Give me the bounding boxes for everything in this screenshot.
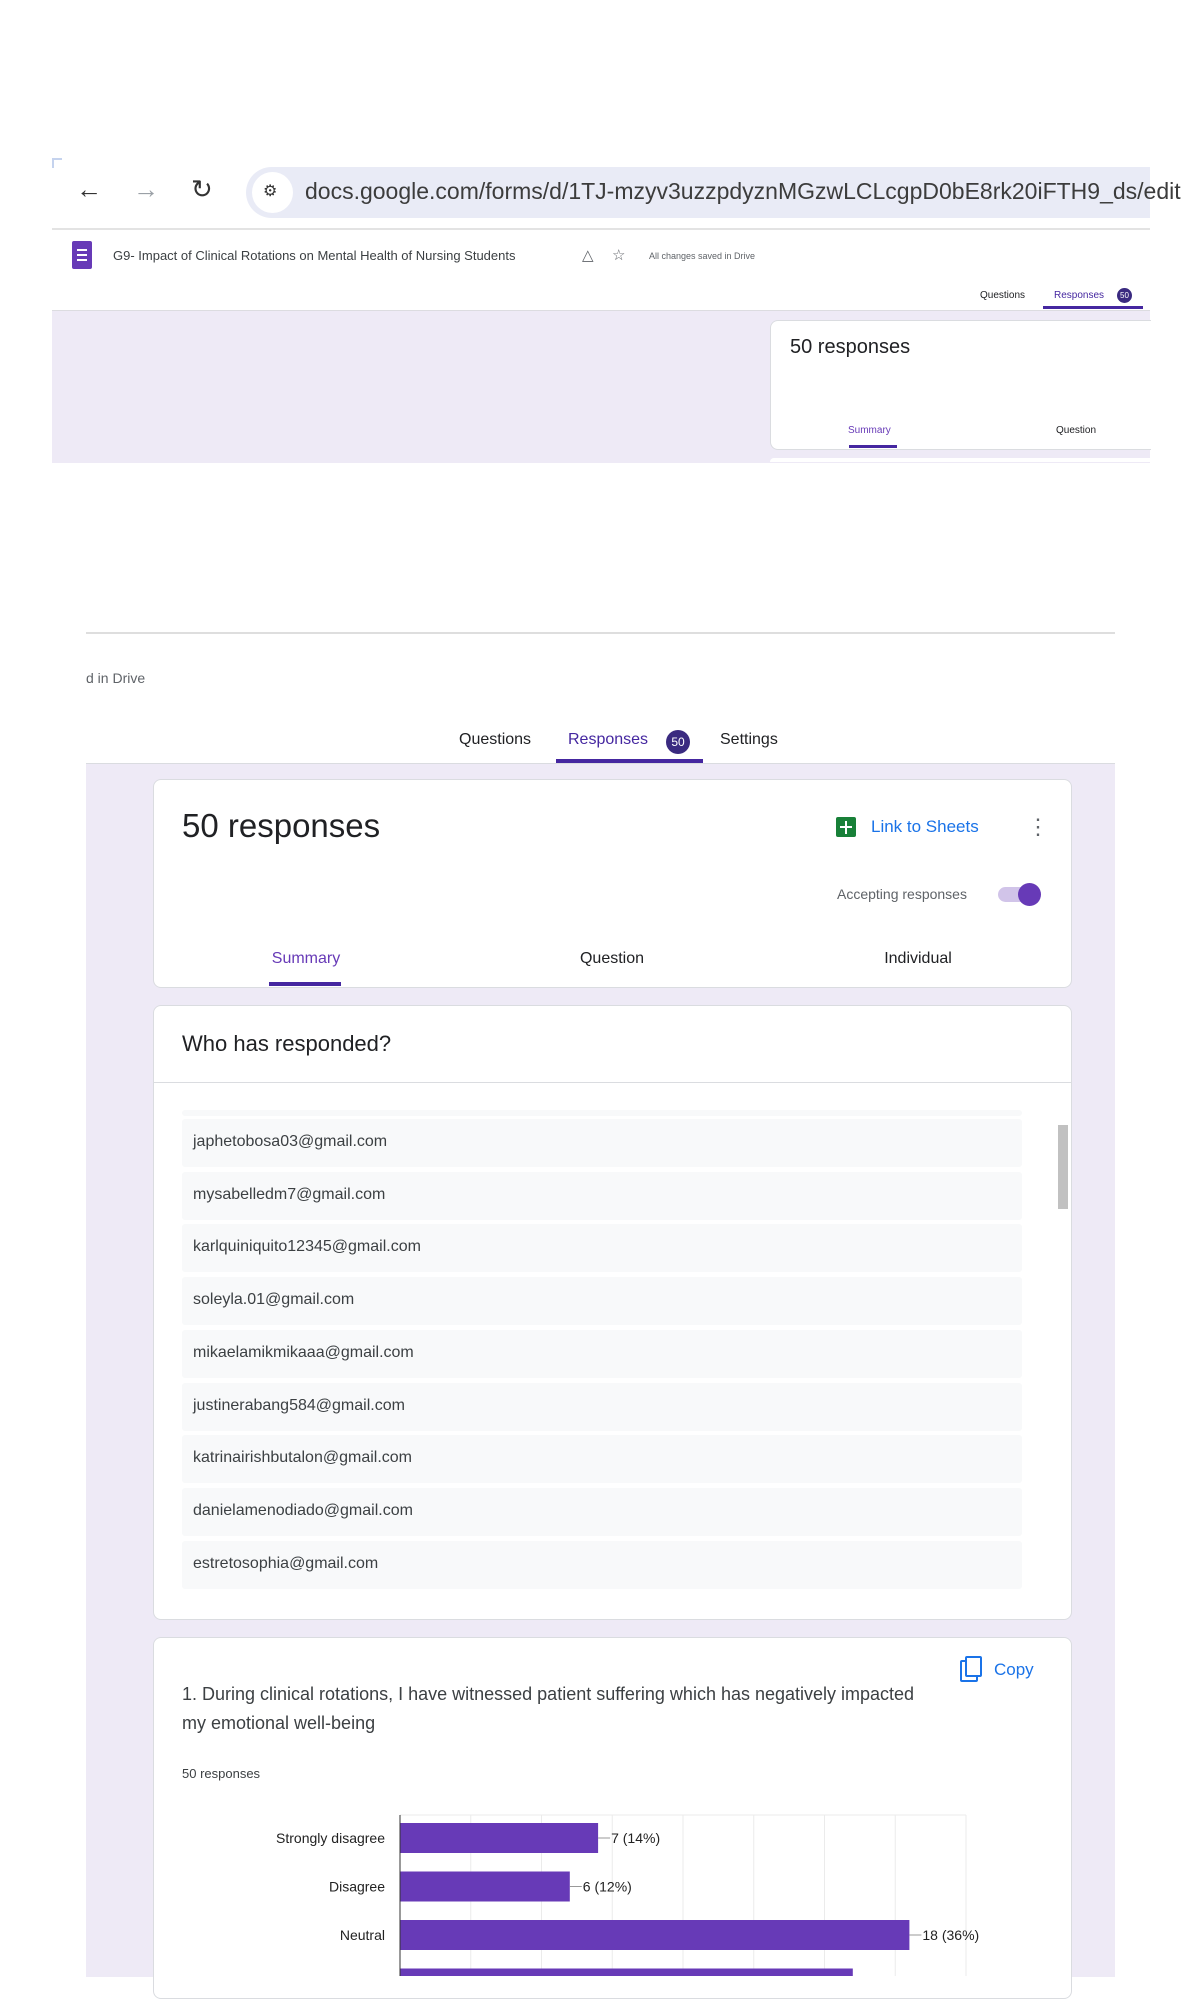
category-label: Strongly disagree	[276, 1830, 385, 1846]
bar	[400, 1968, 853, 1976]
category-label: Neutral	[340, 1927, 385, 1943]
bar-chart: Strongly disagree 7 (14%) Disagree 6 (12%) N…	[276, 1814, 979, 1976]
data-label: 6 (12%)	[583, 1879, 632, 1895]
category-label: Disagree	[329, 1879, 385, 1895]
bar	[400, 1871, 570, 1902]
bar	[400, 1920, 910, 1950]
bar	[400, 1823, 599, 1853]
data-label: 18 (36%)	[922, 1927, 979, 1943]
data-label: 7 (14%)	[611, 1830, 660, 1846]
